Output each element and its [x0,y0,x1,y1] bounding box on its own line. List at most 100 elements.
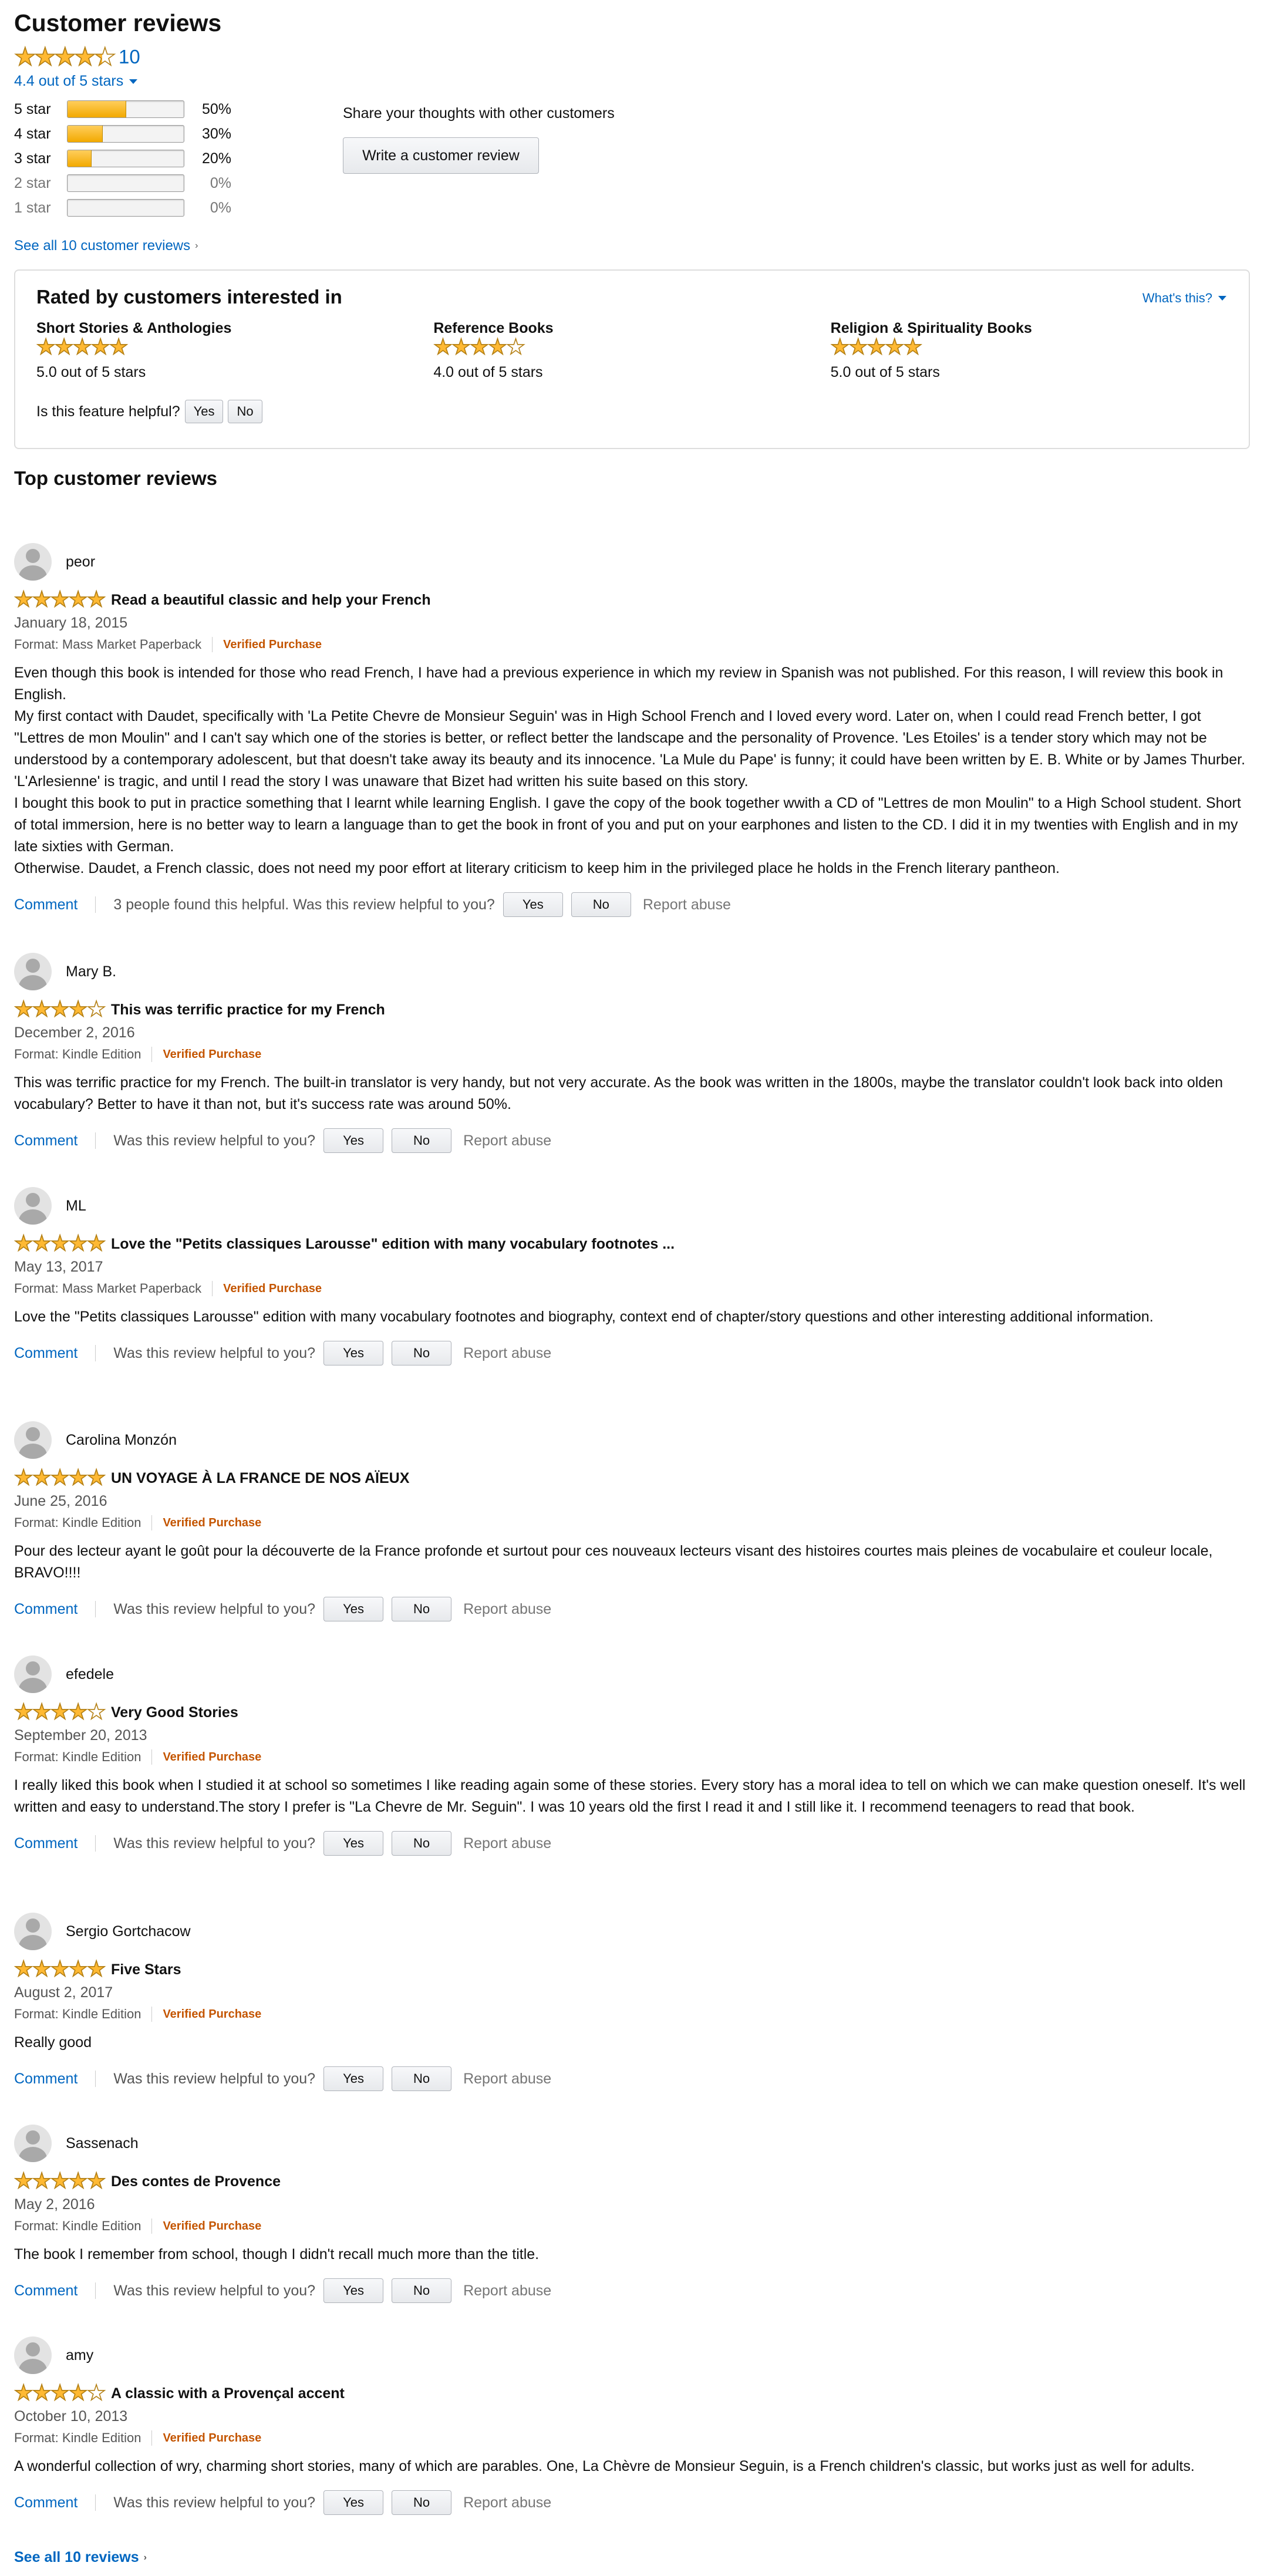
see-all-reviews-bottom-link[interactable]: See all 10 reviews › [14,2549,147,2566]
review-stars-icon[interactable]: ★★★★★★★★★★ [14,588,106,612]
histogram-percent[interactable]: 30% [184,126,231,143]
verified-purchase-badge: Verified Purchase [163,1048,262,1061]
helpful-yes-button[interactable]: Yes [323,1341,384,1365]
helpful-yes-button[interactable]: Yes [323,2278,384,2303]
helpful-yes-button[interactable]: Yes [323,2066,384,2091]
review-title[interactable]: Des contes de Provence [111,2173,281,2190]
review-title[interactable]: A classic with a Provençal accent [111,2385,345,2402]
reviewer-name[interactable]: Carolina Monzón [66,1432,177,1449]
reviewer: Sergio Gortchacow [14,1912,1250,1951]
feature-no-button[interactable]: No [228,400,262,423]
review-title[interactable]: This was terrific practice for my French [111,1002,385,1019]
histogram-bar[interactable] [67,100,184,118]
helpful-no-button[interactable]: No [392,1128,452,1153]
reviewer-name[interactable]: efedele [66,1666,114,1683]
review-title[interactable]: UN VOYAGE À LA FRANCE DE NOS AÏEUX [111,1470,409,1487]
star-icon: ★★ [86,2169,106,2193]
histogram-row-4[interactable]: 4 star 30% [14,122,331,146]
review-title[interactable]: Love the "Petits classiques Larousse" ed… [111,1236,675,1253]
histogram-label[interactable]: 3 star [14,150,67,167]
avatar-icon [14,2125,52,2162]
histogram-percent[interactable]: 20% [184,150,231,167]
histogram-label[interactable]: 4 star [14,126,67,143]
star-icon: ★★ [14,588,33,612]
see-all-reviews-link[interactable]: See all 10 customer reviews › [14,238,1250,254]
write-review-button[interactable]: Write a customer review [343,137,539,174]
reviewer-name[interactable]: peor [66,554,95,571]
histogram-percent[interactable]: 50% [184,101,231,118]
histogram-row-5[interactable]: 5 star 50% [14,97,331,122]
reviewer-name[interactable]: amy [66,2347,93,2364]
comment-link[interactable]: Comment [14,2071,77,2088]
reviewer-name[interactable]: Mary B. [66,963,116,980]
review-stars-icon[interactable]: ★★★★★★★★★★ [14,2381,106,2405]
divider [95,1601,96,1617]
reviewer-name[interactable]: Sergio Gortchacow [66,1923,191,1940]
review-stars-icon[interactable]: ★★★★★★★★★★ [14,1232,106,1256]
report-abuse-link[interactable]: Report abuse [463,1132,551,1149]
reviewer-name[interactable]: ML [66,1198,86,1215]
comment-link[interactable]: Comment [14,1601,77,1618]
report-abuse-link[interactable]: Report abuse [463,1835,551,1852]
report-abuse-link[interactable]: Report abuse [463,2494,551,2511]
comment-link[interactable]: Comment [14,1345,77,1362]
review-title[interactable]: Five Stars [111,1961,181,1978]
verified-purchase-badge: Verified Purchase [223,1282,322,1295]
histogram-label[interactable]: 5 star [14,101,67,118]
helpful-no-button[interactable]: No [392,2066,452,2091]
helpful-yes-button[interactable]: Yes [323,1597,384,1621]
category-rating: 5.0 out of 5 stars [830,364,940,380]
star-icon: ★★ [68,1466,88,1490]
rated-category: Reference Books ★★★★★★★★★★ 4.0 out of 5 … [433,320,830,381]
review-stars-icon[interactable]: ★★★★★★★★★★ [14,1701,106,1724]
helpful-yes-button[interactable]: Yes [503,892,563,917]
review-date: August 2, 2017 [14,1984,113,2001]
category-rating: 5.0 out of 5 stars [36,364,146,380]
helpful-no-button[interactable]: No [392,2278,452,2303]
report-abuse-link[interactable]: Report abuse [463,1345,551,1362]
helpful-yes-button[interactable]: Yes [323,1128,384,1153]
category-stars-icon: ★★★★★★★★★★ [830,336,923,359]
report-abuse-link[interactable]: Report abuse [463,2071,551,2088]
report-abuse-link[interactable]: Report abuse [643,896,731,913]
star-icon: ★★ [50,2169,70,2193]
rating-count-link[interactable]: 10 [119,46,140,68]
reviewer: ML [14,1186,1250,1225]
comment-link[interactable]: Comment [14,1132,77,1149]
review-paragraph: I really liked this book when I studied … [14,1777,1246,1815]
review-title[interactable]: Very Good Stories [111,1704,238,1721]
comment-link[interactable]: Comment [14,1835,77,1852]
histogram-bar[interactable] [67,125,184,143]
reviews-page: Customer reviews ★★★★★★★★★★ 10 4.4 out o… [0,0,1264,2576]
review-stars-icon[interactable]: ★★★★★★★★★★ [14,2169,106,2193]
average-rating-dropdown[interactable]: 4.4 out of 5 stars [14,73,1250,90]
histogram-bar[interactable] [67,150,184,167]
review-title-row: ★★★★★★★★★★ A classic with a Provençal ac… [14,2381,1250,2405]
review-stars-icon[interactable]: ★★★★★★★★★★ [14,1466,106,1490]
comment-link[interactable]: Comment [14,2494,77,2511]
review-stars-icon[interactable]: ★★★★★★★★★★ [14,1958,106,1981]
helpful-yes-button[interactable]: Yes [323,1831,384,1856]
review-item: ML ★ ★ ★ ★ ★ ★ ★ ★ ★ ★ Love the "Petits classique… [14,1186,1250,1365]
comment-link[interactable]: Comment [14,896,77,913]
star-icon: ★★ [50,2381,70,2405]
avatar-icon [14,543,52,581]
helpful-no-button[interactable]: No [392,1831,452,1856]
helpful-no-button[interactable]: No [392,1597,452,1621]
helpful-no-button[interactable]: No [392,1341,452,1365]
whats-this-link[interactable]: What's this? [1142,291,1226,306]
reviewer-name[interactable]: Sassenach [66,2135,139,2152]
helpful-question: Was this review helpful to you? [113,1835,316,1852]
report-abuse-link[interactable]: Report abuse [463,1601,551,1618]
report-abuse-link[interactable]: Report abuse [463,2282,551,2299]
comment-link[interactable]: Comment [14,2282,77,2299]
review-title[interactable]: Read a beautiful classic and help your F… [111,592,431,609]
divider [212,637,213,652]
helpful-no-button[interactable]: No [392,2490,452,2515]
star-icon: ★★ [14,1232,33,1256]
feature-yes-button[interactable]: Yes [184,400,224,423]
helpful-no-button[interactable]: No [571,892,631,917]
review-stars-icon[interactable]: ★★★★★★★★★★ [14,999,106,1021]
helpful-yes-button[interactable]: Yes [323,2490,384,2515]
histogram-row-3[interactable]: 3 star 20% [14,146,331,171]
